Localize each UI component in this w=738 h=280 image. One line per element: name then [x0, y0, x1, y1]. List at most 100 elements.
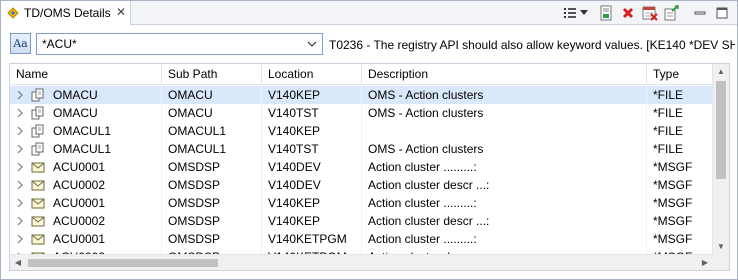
cell-location[interactable]: V140KEP [262, 194, 362, 212]
cell-name[interactable]: OMACUL1 [10, 122, 162, 140]
cell-location[interactable]: V140TST [262, 104, 362, 122]
cell-sub-path[interactable]: OMACUL1 [162, 140, 262, 158]
filter-input[interactable]: *ACU* [42, 37, 77, 51]
calendar-clear-icon[interactable] [641, 4, 659, 22]
cell-description[interactable]: Action cluster .........: [362, 158, 647, 176]
view-toolbar [561, 4, 737, 22]
table-body: OMACU OMACU V140KEP OMS - Action clusters *F… [10, 86, 713, 256]
cell-name[interactable]: ACU0001 [10, 230, 162, 248]
row-name: ACU0001 [53, 232, 106, 246]
expand-all-icon[interactable] [561, 4, 579, 22]
chevron-down-icon[interactable] [305, 36, 319, 52]
maximize-icon[interactable] [713, 4, 731, 22]
cell-sub-path[interactable]: OMSDSP [162, 212, 262, 230]
message-envelope-icon [31, 232, 45, 246]
cell-type[interactable]: *MSGF [647, 212, 713, 230]
object-file-icon [31, 142, 45, 156]
cell-location[interactable]: V140DEV [262, 158, 362, 176]
scroll-down-arrow-icon[interactable]: ▼ [713, 239, 729, 255]
column-header-description[interactable]: Description [362, 64, 647, 85]
case-sensitive-toggle[interactable]: Aa [10, 33, 31, 54]
cell-description[interactable]: OMS - Action clusters [362, 140, 647, 158]
cell-sub-path[interactable]: OMSDSP [162, 176, 262, 194]
cell-type[interactable]: *FILE [647, 86, 713, 104]
cell-sub-path[interactable]: OMSDSP [162, 230, 262, 248]
cell-name[interactable]: ACU0001 [10, 194, 162, 212]
cell-name[interactable]: OMACU [10, 86, 162, 104]
vertical-scrollbar[interactable]: ▲ ▼ [712, 64, 729, 255]
cell-description[interactable]: Action cluster descr ...: [362, 212, 647, 230]
object-file-icon [31, 88, 45, 102]
table-row[interactable]: ACU0001 OMSDSP V140DEV Action cluster .....… [10, 158, 713, 176]
chevron-right-icon[interactable] [16, 163, 24, 171]
cell-location[interactable]: V140TST [262, 140, 362, 158]
table-row[interactable]: OMACUL1 OMACUL1 V140TST OMS - Action cluste… [10, 140, 713, 158]
cell-location[interactable]: V140KEP [262, 86, 362, 104]
cell-description[interactable]: OMS - Action clusters [362, 104, 647, 122]
filter-bar: Aa *ACU* T0236 - The registry API should… [1, 25, 737, 63]
chevron-right-icon[interactable] [16, 91, 24, 99]
table-row[interactable]: OMACU OMACU V140TST OMS - Action clusters *F… [10, 104, 713, 122]
table-row[interactable]: OMACUL1 OMACUL1 V140KEP *FILE [10, 122, 713, 140]
cell-type[interactable]: *MSGF [647, 230, 713, 248]
cell-description[interactable] [362, 122, 647, 140]
column-header-name[interactable]: Name [10, 64, 162, 85]
table-row[interactable]: ACU0002 OMSDSP V140DEV Action cluster descr… [10, 176, 713, 194]
chevron-right-icon[interactable] [16, 235, 24, 243]
chevron-right-icon[interactable] [16, 199, 24, 207]
export-icon[interactable] [597, 4, 615, 22]
cell-sub-path[interactable]: OMSDSP [162, 194, 262, 212]
cell-type[interactable]: *MSGF [647, 158, 713, 176]
table-row[interactable]: ACU0002 OMSDSP V140KEP Action cluster descr… [10, 212, 713, 230]
cell-sub-path[interactable]: OMACU [162, 104, 262, 122]
tab-td-oms-details[interactable]: TD/OMS Details ✕ [1, 1, 131, 25]
scrollbar-corner [712, 254, 729, 270]
cell-description[interactable]: Action cluster .........: [362, 194, 647, 212]
cell-location[interactable]: V140KEP [262, 122, 362, 140]
delete-red-x-icon[interactable] [619, 4, 637, 22]
scroll-up-arrow-icon[interactable]: ▲ [713, 64, 729, 80]
chevron-right-icon[interactable] [16, 181, 24, 189]
message-envelope-icon [31, 178, 45, 192]
cell-name[interactable]: ACU0002 [10, 176, 162, 194]
table-row[interactable]: ACU0001 OMSDSP V140KETPGM Action cluster ..… [10, 230, 713, 248]
table-row[interactable]: ACU0001 OMSDSP V140KEP Action cluster .....… [10, 194, 713, 212]
cell-sub-path[interactable]: OMACU [162, 86, 262, 104]
horizontal-scroll-thumb[interactable] [28, 259, 218, 267]
horizontal-scrollbar[interactable]: ◀ ▶ [10, 254, 713, 270]
chevron-right-icon[interactable] [16, 127, 24, 135]
close-icon[interactable]: ✕ [114, 5, 128, 19]
row-name: ACU0001 [53, 196, 106, 210]
cell-type[interactable]: *FILE [647, 104, 713, 122]
column-header-sub-path[interactable]: Sub Path [162, 64, 262, 85]
cell-sub-path[interactable]: OMSDSP [162, 158, 262, 176]
cell-location[interactable]: V140DEV [262, 176, 362, 194]
cell-type[interactable]: *MSGF [647, 194, 713, 212]
cell-name[interactable]: OMACU [10, 104, 162, 122]
cell-sub-path[interactable]: OMACUL1 [162, 122, 262, 140]
vertical-scroll-thumb[interactable] [716, 81, 726, 179]
cell-type[interactable]: *FILE [647, 140, 713, 158]
scroll-right-arrow-icon[interactable]: ▶ [697, 255, 713, 270]
cell-name[interactable]: OMACUL1 [10, 140, 162, 158]
cell-name[interactable]: ACU0001 [10, 158, 162, 176]
cell-description[interactable]: Action cluster descr ...: [362, 176, 647, 194]
minimize-icon[interactable] [691, 4, 709, 22]
filter-combo[interactable]: *ACU* [36, 33, 323, 55]
chevron-right-icon[interactable] [16, 217, 24, 225]
edit-export-icon[interactable] [663, 4, 681, 22]
scroll-left-arrow-icon[interactable]: ◀ [10, 255, 26, 270]
cell-location[interactable]: V140KEP [262, 212, 362, 230]
cell-location[interactable]: V140KETPGM [262, 230, 362, 248]
cell-type[interactable]: *MSGF [647, 176, 713, 194]
cell-type[interactable]: *FILE [647, 122, 713, 140]
cell-name[interactable]: ACU0002 [10, 212, 162, 230]
cell-description[interactable]: Action cluster .........: [362, 230, 647, 248]
column-header-location[interactable]: Location [262, 64, 362, 85]
chevron-right-icon[interactable] [16, 109, 24, 117]
chevron-right-icon[interactable] [16, 145, 24, 153]
cell-description[interactable]: OMS - Action clusters [362, 86, 647, 104]
dropdown-arrow-icon[interactable] [579, 4, 589, 22]
table-row[interactable]: OMACU OMACU V140KEP OMS - Action clusters *F… [10, 86, 713, 104]
column-header-type[interactable]: Type [647, 64, 713, 85]
